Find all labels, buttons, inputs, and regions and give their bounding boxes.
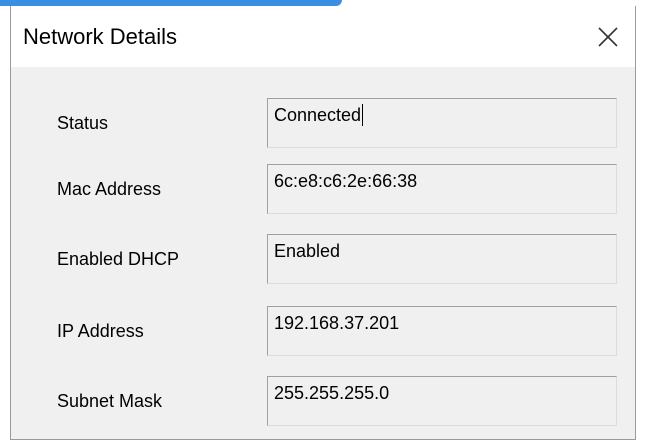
ip-address-label: IP Address <box>57 321 144 341</box>
ip-address-value: 192.168.37.201 <box>274 313 400 333</box>
status-field[interactable]: Connected <box>267 98 617 148</box>
dhcp-value: Enabled <box>274 241 341 261</box>
close-icon <box>598 27 618 47</box>
mac-address-value: 6c:e8:c6:2e:66:38 <box>274 171 418 191</box>
mac-address-field[interactable]: 6c:e8:c6:2e:66:38 <box>267 164 617 214</box>
ip-address-row: IP Address 192.168.37.201 <box>11 306 635 356</box>
status-label: Status <box>57 113 109 133</box>
status-value-wrap: Connected <box>274 104 364 126</box>
subnet-mask-value: 255.255.255.0 <box>274 383 390 403</box>
subnet-mask-label: Subnet Mask <box>57 391 163 411</box>
title-bar: Network Details <box>11 6 635 67</box>
dhcp-row: Enabled DHCP Enabled <box>11 234 635 284</box>
network-details-dialog: Network Details Status Connected Mac Add… <box>10 6 636 440</box>
ip-address-field[interactable]: 192.168.37.201 <box>267 306 617 356</box>
dhcp-field[interactable]: Enabled <box>267 234 617 284</box>
text-caret <box>362 104 364 126</box>
subnet-mask-row: Subnet Mask 255.255.255.0 <box>11 376 635 426</box>
mac-address-row: Mac Address 6c:e8:c6:2e:66:38 <box>11 164 635 214</box>
subnet-mask-field[interactable]: 255.255.255.0 <box>267 376 617 426</box>
dialog-title: Network Details <box>23 24 178 49</box>
mac-address-label: Mac Address <box>57 179 162 199</box>
dhcp-label: Enabled DHCP <box>57 249 180 269</box>
status-row: Status Connected <box>11 98 635 148</box>
close-button[interactable] <box>583 6 635 67</box>
status-value: Connected <box>274 105 362 125</box>
